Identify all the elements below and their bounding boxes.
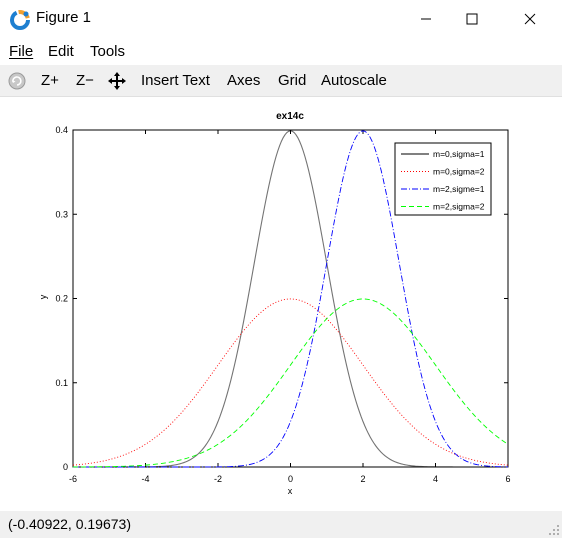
rotate-icon [8,72,26,90]
menu-tools[interactable]: Tools [90,43,125,60]
pan-icon [108,72,126,90]
octave-logo-icon [10,10,30,30]
figure-window: Figure 1 File Edit Tools Z+ Z− Insert Te… [0,0,562,538]
x-tick-label: 2 [360,474,365,484]
chart-title: ex14c [276,111,304,122]
menu-edit[interactable]: Edit [48,43,74,60]
legend-label-1: m=0,sigma=1 [433,149,485,159]
x-tick-label: -4 [141,474,149,484]
x-tick-label: 6 [505,474,510,484]
maximize-icon [466,13,478,25]
cursor-coordinates: (-0.40922, 0.19673) [8,516,131,532]
pan-button[interactable] [108,72,126,90]
close-icon [524,13,536,25]
y-axis-label: y [38,294,48,299]
menu-bar: File Edit Tools [0,38,562,65]
x-tick-label: 0 [288,474,293,484]
y-tick-label: 0.3 [55,209,68,219]
insert-text-button[interactable]: Insert Text [141,72,210,89]
chart[interactable]: ex14c -6 -4 -2 0 2 4 6 0 0.1 0.2 0.3 0.4 x y m=0,si… [0,97,562,511]
toolbar: Z+ Z− Insert Text Axes Grid Autoscale [0,65,562,97]
resize-grip-icon[interactable] [548,524,560,536]
autoscale-button[interactable]: Autoscale [321,72,387,89]
y-tick-label: 0 [63,462,68,472]
plot-canvas[interactable]: ex14c -6 -4 -2 0 2 4 6 0 0.1 0.2 0.3 0.4 x y m=0,si… [0,97,562,511]
window-title: Figure 1 [36,9,92,26]
x-axis-label: x [288,486,293,496]
minimize-button[interactable] [403,0,449,38]
legend[interactable]: m=0,sigma=1 m=0,sigma=2 m=2,sigme=1 m=2,sig… [394,142,492,216]
zoom-in-button[interactable]: Z+ [41,72,59,89]
axes-button[interactable]: Axes [227,72,260,89]
minimize-icon [421,18,431,20]
x-tick-label: 4 [433,474,438,484]
y-tick-label: 0.1 [55,378,68,388]
grid-button[interactable]: Grid [278,72,306,89]
legend-label-3: m=2,sigme=1 [433,184,485,194]
y-tick-label: 0.2 [55,294,68,304]
x-tick-label: -2 [214,474,222,484]
title-bar: Figure 1 [0,0,562,38]
x-tick-label: -6 [69,474,77,484]
legend-label-2: m=0,sigma=2 [433,167,485,177]
zoom-out-button[interactable]: Z− [76,72,94,89]
legend-label-4: m=2,sigma=2 [433,202,485,212]
close-button[interactable] [507,0,553,38]
rotate-button[interactable] [8,72,26,90]
y-tick-label: 0.4 [55,125,68,135]
menu-file[interactable]: File [9,43,33,60]
maximize-button[interactable] [449,0,495,38]
status-bar: (-0.40922, 0.19673) [0,511,562,538]
